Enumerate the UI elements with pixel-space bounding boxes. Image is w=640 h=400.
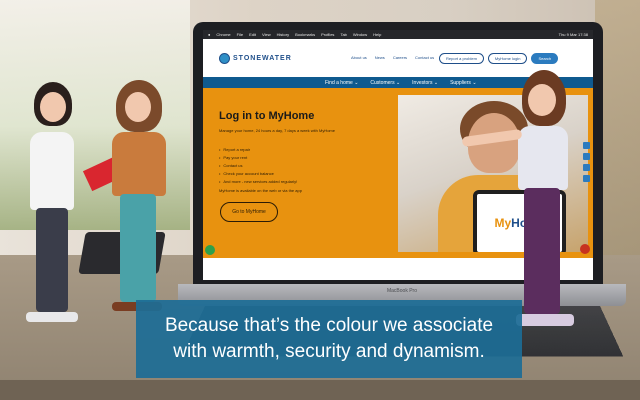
sub-nav-find-home[interactable]: Find a home ⌄ <box>325 80 358 86</box>
linkedin-icon[interactable] <box>583 164 590 171</box>
sub-nav-customers[interactable]: Customers ⌄ <box>370 80 400 86</box>
top-nav-contact[interactable]: Contact us <box>415 55 434 60</box>
character-shoes <box>516 314 574 326</box>
list-item: And more - new services added regularly! <box>219 178 297 186</box>
chevron-down-icon: ⌄ <box>395 79 401 86</box>
character-legs <box>120 194 156 302</box>
desk-edge <box>0 380 640 400</box>
youtube-icon[interactable] <box>583 175 590 182</box>
character-legs <box>36 208 68 312</box>
character-torso <box>30 132 74 210</box>
menu-item[interactable]: View <box>262 32 271 37</box>
list-item: Report a repair <box>219 146 297 154</box>
hero-title: Log in to MyHome <box>219 110 315 122</box>
top-nav-about[interactable]: About us <box>351 55 367 60</box>
myhome-login-button[interactable]: MyHome login <box>487 53 528 64</box>
character-head <box>40 92 66 122</box>
character-jacket <box>112 132 166 196</box>
chat-icon[interactable] <box>205 245 215 255</box>
top-nav: About us News Careers Contact us <box>351 55 434 60</box>
chevron-down-icon: ⌄ <box>433 79 439 86</box>
twitter-icon[interactable] <box>583 153 590 160</box>
menu-item[interactable]: Help <box>373 32 381 37</box>
chevron-down-icon: ⌄ <box>472 79 477 86</box>
sub-nav-suppliers[interactable]: Suppliers ⌄ <box>450 80 476 86</box>
sub-nav-label: Investors <box>412 79 433 86</box>
search-button[interactable]: Search <box>531 53 559 64</box>
caption-line-1: Because that’s the colour we associate <box>164 315 494 336</box>
top-nav-news[interactable]: News <box>375 55 385 60</box>
menu-item[interactable]: Window <box>353 32 367 37</box>
logo-text: STONEWATER <box>233 55 292 62</box>
top-nav-careers[interactable]: Careers <box>393 55 407 60</box>
menu-item[interactable]: Profiles <box>321 32 334 37</box>
character-head <box>528 84 556 116</box>
chevron-down-icon: ⌄ <box>354 79 359 86</box>
list-item: Pay your rent <box>219 154 297 162</box>
facebook-icon[interactable] <box>583 142 590 149</box>
list-item: Contact us <box>219 162 297 170</box>
caption-line-2: with warmth, security and dynamism. <box>173 341 485 362</box>
hero-bullet-list: Report a repair Pay your rent Contact us… <box>219 146 297 186</box>
os-menubar: ● Chrome File Edit View History Bookmark… <box>203 30 593 39</box>
character-head <box>125 92 151 122</box>
report-problem-button[interactable]: Report a problem <box>439 53 484 64</box>
site-logo[interactable]: STONEWATER <box>219 53 292 64</box>
character-torso <box>518 126 568 190</box>
character-woman-right <box>512 70 582 340</box>
character-woman-middle <box>108 80 172 320</box>
hero-note: MyHome is available on the web or via th… <box>219 188 302 193</box>
sub-nav-investors[interactable]: Investors ⌄ <box>412 80 438 86</box>
sub-nav-label: Customers <box>370 79 395 86</box>
video-caption: Because that’s the colour we associate w… <box>136 300 522 378</box>
sub-nav-label: Suppliers <box>450 79 471 86</box>
menu-item[interactable]: Chrome <box>216 32 230 37</box>
sub-nav-label: Find a home <box>325 79 353 86</box>
menu-item[interactable]: Tab <box>340 32 346 37</box>
character-shoes <box>26 312 78 322</box>
header-actions: Report a problem MyHome login Search <box>439 53 559 64</box>
apple-icon[interactable]: ● <box>208 32 210 37</box>
menu-item[interactable]: History <box>277 32 289 37</box>
list-item: Check your account balance <box>219 170 297 178</box>
character-legs <box>524 188 560 314</box>
tablet-text-my: My <box>494 216 512 230</box>
menubar-clock: Thu 9 Mar 17:38 <box>558 32 588 37</box>
menu-item[interactable]: File <box>237 32 243 37</box>
menu-item[interactable]: Bookmarks <box>295 32 315 37</box>
logo-icon <box>219 53 230 64</box>
social-icons <box>583 142 590 182</box>
go-to-myhome-button[interactable]: Go to MyHome <box>220 202 278 222</box>
hero-subtitle: Manage your home, 24 hours a day, 7 days… <box>219 128 335 133</box>
character-woman-left <box>20 82 90 342</box>
menu-item[interactable]: Edit <box>249 32 256 37</box>
